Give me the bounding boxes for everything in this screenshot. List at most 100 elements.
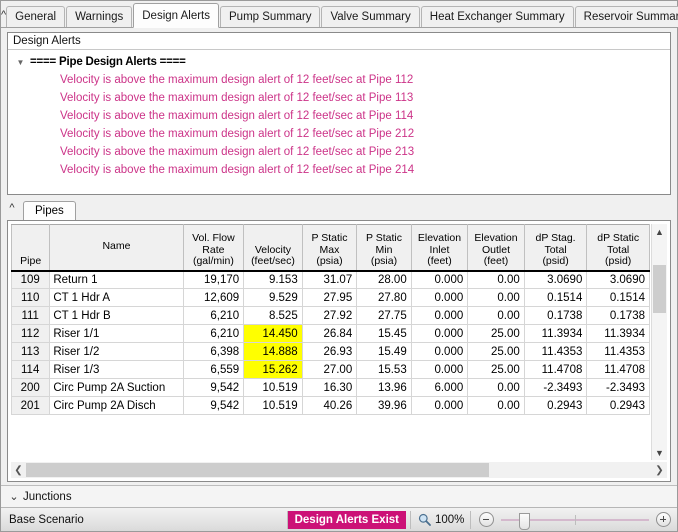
alert-item[interactable]: Velocity is above the maximum design ale… bbox=[8, 125, 670, 143]
cell-elev_out[interactable]: 25.00 bbox=[467, 342, 525, 361]
cell-pipe[interactable]: 201 bbox=[11, 396, 51, 415]
alert-group-header[interactable]: ▼ ==== Pipe Design Alerts ==== bbox=[8, 53, 670, 71]
chevron-down-icon[interactable]: ⌄ bbox=[5, 490, 23, 503]
cell-dp_static[interactable]: 3.0690 bbox=[586, 270, 650, 289]
scroll-down-icon[interactable]: ▼ bbox=[652, 445, 667, 460]
col-header-vol-flow-rate[interactable]: Vol. Flow Rate (gal/min) bbox=[182, 224, 245, 272]
cell-velocity[interactable]: 14.888 bbox=[243, 342, 303, 361]
cell-elev_in[interactable]: 0.000 bbox=[410, 324, 469, 343]
table-row[interactable]: 112 Riser 1/1 6,210 14.450 26.84 15.45 0.000 25… bbox=[11, 324, 650, 343]
alert-item[interactable]: Velocity is above the maximum design ale… bbox=[8, 143, 670, 161]
cell-velocity[interactable]: 8.525 bbox=[243, 306, 303, 325]
cell-dp_stag[interactable]: -2.3493 bbox=[523, 378, 588, 397]
cell-pmax[interactable]: 16.30 bbox=[301, 378, 358, 397]
tab-reservoir-summary[interactable]: Reservoir Summary bbox=[574, 6, 678, 27]
cell-elev_in[interactable]: 0.000 bbox=[410, 306, 469, 325]
cell-dp_stag[interactable]: 0.1738 bbox=[523, 306, 588, 325]
cell-name[interactable]: Riser 1/1 bbox=[49, 324, 184, 343]
scroll-right-icon[interactable]: ❯ bbox=[652, 463, 667, 478]
alert-item[interactable]: Velocity is above the maximum design ale… bbox=[8, 71, 670, 89]
cell-flow[interactable]: 9,542 bbox=[182, 396, 245, 415]
cell-pipe[interactable]: 114 bbox=[11, 360, 51, 379]
magnifier-icon[interactable] bbox=[418, 513, 431, 526]
col-header-dp-static-total[interactable]: dP Static Total (psid) bbox=[586, 224, 650, 272]
zoom-in-button[interactable] bbox=[656, 512, 671, 527]
cell-dp_stag[interactable]: 0.2943 bbox=[523, 396, 588, 415]
col-header-elevation-outlet[interactable]: Elevation Outlet (feet) bbox=[467, 224, 525, 272]
cell-dp_static[interactable]: 0.1514 bbox=[586, 288, 650, 307]
cell-pmax[interactable]: 40.26 bbox=[301, 396, 358, 415]
cell-elev_out[interactable]: 0.00 bbox=[467, 288, 525, 307]
cell-pipe[interactable]: 112 bbox=[11, 324, 51, 343]
cell-dp_stag[interactable]: 0.1514 bbox=[523, 288, 588, 307]
table-row[interactable]: 110 CT 1 Hdr A 12,609 9.529 27.95 27.80 0.000 0… bbox=[11, 288, 650, 307]
zoom-slider-handle[interactable] bbox=[519, 512, 530, 530]
col-header-p-static-min[interactable]: P Static Min (psia) bbox=[356, 224, 412, 272]
table-row[interactable]: 114 Riser 1/3 6,559 15.262 27.00 15.53 0.000 25… bbox=[11, 360, 650, 379]
horizontal-scrollbar[interactable]: ❮ ❯ bbox=[11, 462, 667, 478]
zoom-slider-track[interactable] bbox=[501, 512, 649, 530]
cell-pmax[interactable]: 27.00 bbox=[301, 360, 358, 379]
table-row[interactable]: 201 Circ Pump 2A Disch 9,542 10.519 40.26 39.… bbox=[11, 396, 650, 415]
cell-name[interactable]: Riser 1/2 bbox=[49, 342, 184, 361]
tab-pump-summary[interactable]: Pump Summary bbox=[220, 6, 321, 27]
cell-pmax[interactable]: 27.92 bbox=[301, 306, 358, 325]
vertical-scrollbar[interactable]: ▲ ▼ bbox=[651, 224, 667, 460]
cell-velocity[interactable]: 9.153 bbox=[243, 270, 303, 289]
cell-name[interactable]: Return 1 bbox=[49, 270, 184, 289]
cell-dp_static[interactable]: 11.4353 bbox=[586, 342, 650, 361]
cell-dp_static[interactable]: 0.1738 bbox=[586, 306, 650, 325]
zoom-out-button[interactable] bbox=[479, 512, 494, 527]
design-alerts-exist-badge[interactable]: Design Alerts Exist bbox=[286, 510, 406, 529]
cell-pmax[interactable]: 31.07 bbox=[301, 270, 358, 289]
cell-name[interactable]: CT 1 Hdr B bbox=[49, 306, 184, 325]
col-header-p-static-max[interactable]: P Static Max (psia) bbox=[301, 224, 358, 272]
cell-elev_out[interactable]: 0.00 bbox=[467, 270, 525, 289]
table-row[interactable]: 109 Return 1 19,170 9.153 31.07 28.00 0.000 0.0… bbox=[11, 270, 650, 289]
cell-pmin[interactable]: 39.96 bbox=[356, 396, 412, 415]
cell-flow[interactable]: 12,609 bbox=[182, 288, 245, 307]
cell-name[interactable]: CT 1 Hdr A bbox=[49, 288, 184, 307]
alert-item[interactable]: Velocity is above the maximum design ale… bbox=[8, 89, 670, 107]
vscroll-thumb[interactable] bbox=[653, 265, 666, 313]
cell-pmax[interactable]: 26.84 bbox=[301, 324, 358, 343]
cell-elev_in[interactable]: 0.000 bbox=[410, 270, 469, 289]
cell-elev_out[interactable]: 25.00 bbox=[467, 360, 525, 379]
cell-flow[interactable]: 6,559 bbox=[182, 360, 245, 379]
cell-velocity[interactable]: 10.519 bbox=[243, 396, 303, 415]
tab-general[interactable]: General bbox=[6, 6, 66, 27]
tab-warnings[interactable]: Warnings bbox=[66, 6, 133, 27]
cell-flow[interactable]: 6,210 bbox=[182, 324, 245, 343]
cell-elev_in[interactable]: 0.000 bbox=[410, 288, 469, 307]
col-header-velocity[interactable]: Velocity (feet/sec) bbox=[243, 224, 303, 272]
col-header-elevation-inlet[interactable]: Elevation Inlet (feet) bbox=[410, 224, 469, 272]
cell-dp_static[interactable]: -2.3493 bbox=[586, 378, 650, 397]
cell-name[interactable]: Circ Pump 2A Disch bbox=[49, 396, 184, 415]
cell-pmin[interactable]: 15.53 bbox=[356, 360, 412, 379]
cell-flow[interactable]: 9,542 bbox=[182, 378, 245, 397]
cell-elev_in[interactable]: 0.000 bbox=[410, 360, 469, 379]
cell-dp_static[interactable]: 0.2943 bbox=[586, 396, 650, 415]
col-header-pipe[interactable]: Pipe bbox=[11, 224, 51, 272]
cell-dp_static[interactable]: 11.4708 bbox=[586, 360, 650, 379]
cell-pipe[interactable]: 110 bbox=[11, 288, 51, 307]
vscroll-track[interactable] bbox=[652, 239, 667, 445]
alert-item[interactable]: Velocity is above the maximum design ale… bbox=[8, 107, 670, 125]
cell-pipe[interactable]: 200 bbox=[11, 378, 51, 397]
cell-dp_stag[interactable]: 11.4708 bbox=[523, 360, 588, 379]
cell-velocity[interactable]: 9.529 bbox=[243, 288, 303, 307]
cell-flow[interactable]: 6,210 bbox=[182, 306, 245, 325]
alert-item[interactable]: Velocity is above the maximum design ale… bbox=[8, 161, 670, 179]
cell-pipe[interactable]: 113 bbox=[11, 342, 51, 361]
scroll-up-icon[interactable]: ▲ bbox=[652, 224, 667, 239]
hscroll-thumb[interactable] bbox=[26, 463, 490, 477]
cell-pipe[interactable]: 109 bbox=[11, 270, 51, 289]
triangle-down-icon[interactable]: ▼ bbox=[14, 56, 27, 69]
cell-elev_in[interactable]: 0.000 bbox=[410, 342, 469, 361]
cell-name[interactable]: Riser 1/3 bbox=[49, 360, 184, 379]
hscroll-track[interactable] bbox=[26, 463, 652, 477]
junctions-collapsed-bar[interactable]: ⌄ Junctions bbox=[1, 485, 677, 507]
col-header-name[interactable]: Name bbox=[49, 224, 184, 272]
cell-elev_out[interactable]: 0.00 bbox=[467, 378, 525, 397]
cell-pmin[interactable]: 27.75 bbox=[356, 306, 412, 325]
